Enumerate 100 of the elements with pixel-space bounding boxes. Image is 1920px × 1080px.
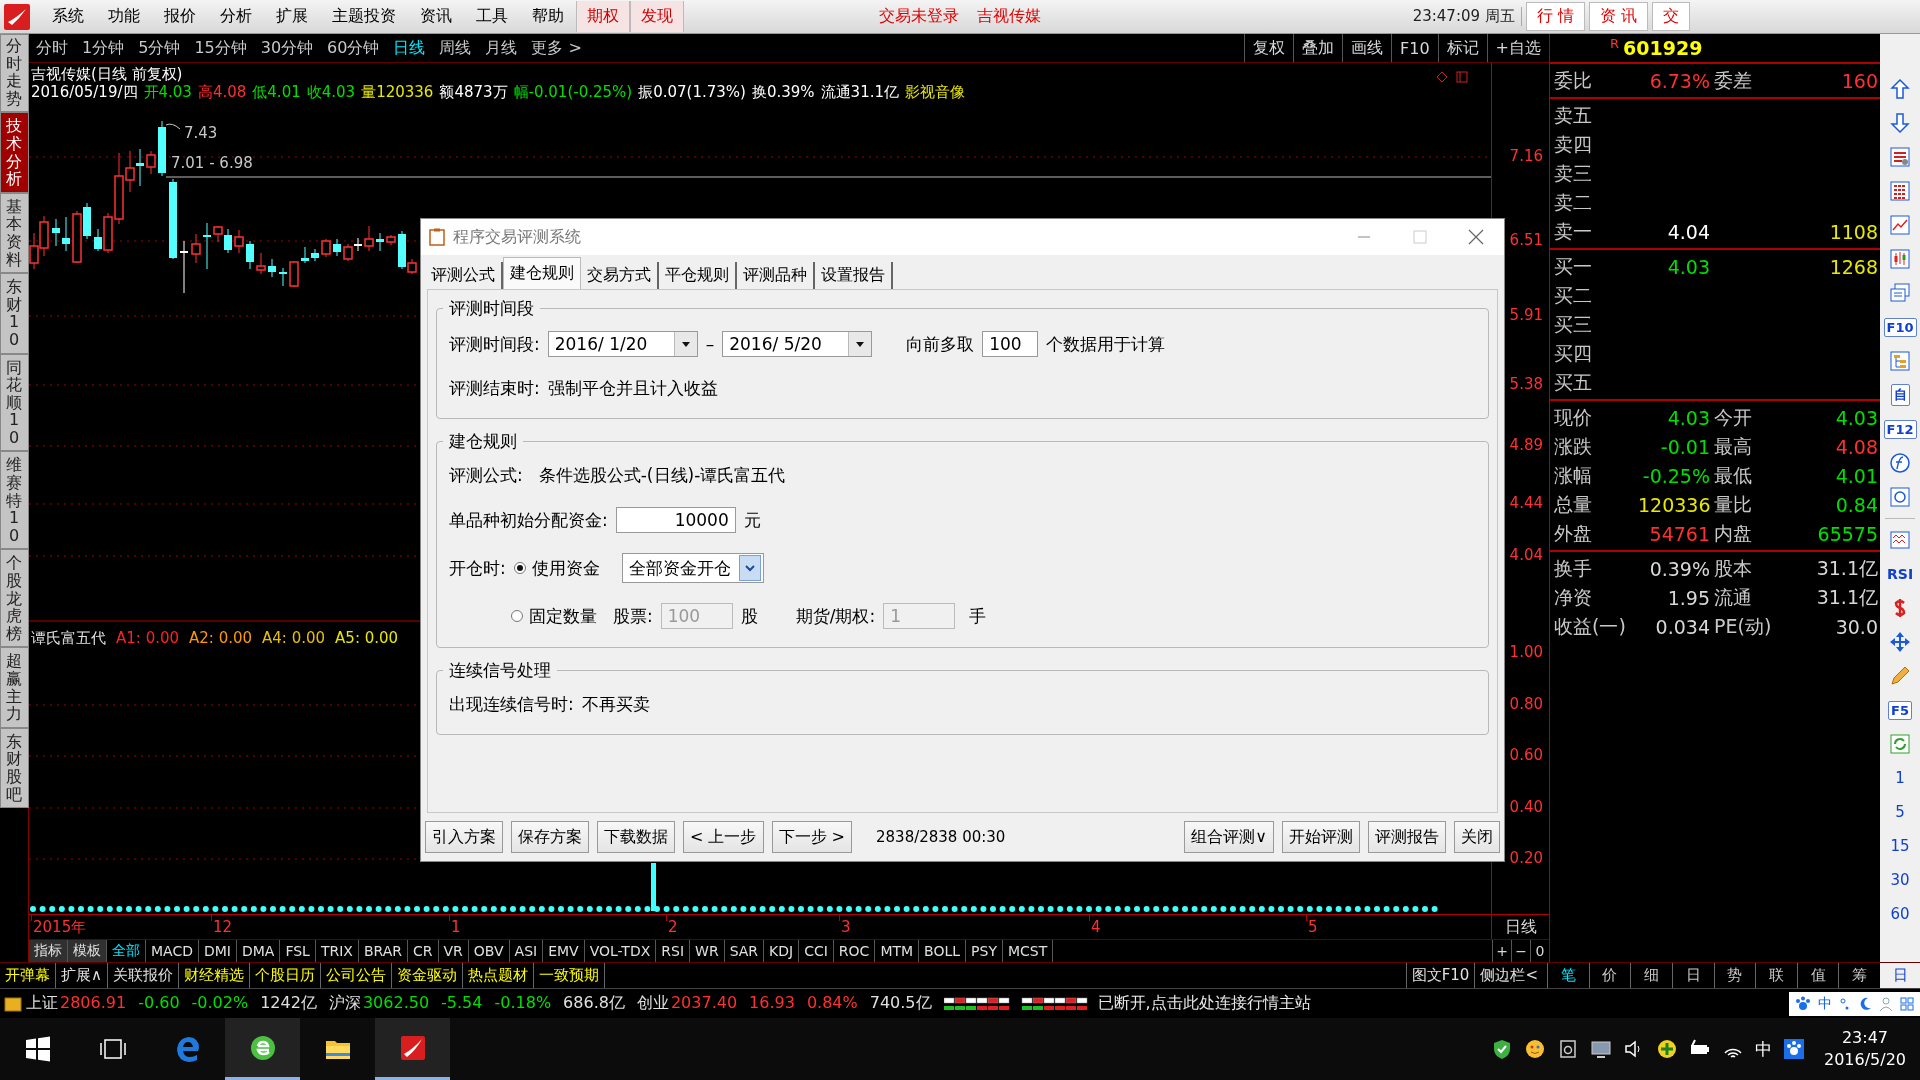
- dropdown-arrow-icon[interactable]: [679, 339, 692, 349]
- date-picker[interactable]: 2016/ 1/20: [547, 331, 698, 357]
- toolbar-button[interactable]: 叠加: [1293, 34, 1343, 62]
- punctuation-icon[interactable]: [1839, 995, 1851, 1012]
- toolbar-button[interactable]: 画线: [1342, 34, 1392, 62]
- indicator-tab[interactable]: ROC: [833, 940, 876, 962]
- up-arrow-icon[interactable]: [1888, 77, 1913, 101]
- indicator-tab[interactable]: 模板: [68, 940, 107, 962]
- line-chart-icon[interactable]: [1888, 213, 1913, 237]
- indicator-tab[interactable]: 指标: [29, 940, 68, 962]
- chevron-down-icon[interactable]: [743, 563, 756, 573]
- toolbar-button[interactable]: 标记: [1437, 34, 1487, 62]
- toolbar-button[interactable]: +自选: [1486, 34, 1549, 62]
- period-tab[interactable]: 1分钟: [75, 37, 132, 59]
- side-tab[interactable]: 同花顺10: [0, 353, 30, 452]
- dialog-button[interactable]: 关闭: [1454, 821, 1500, 853]
- indicator-tab[interactable]: BOLL: [919, 940, 967, 962]
- dialog-button[interactable]: 保存方案: [511, 821, 589, 853]
- top-tab[interactable]: 交: [1652, 2, 1690, 31]
- indicator-tab[interactable]: CCI: [799, 940, 834, 962]
- tool-button[interactable]: F12: [1883, 419, 1917, 439]
- period-tab[interactable]: 更多 >: [524, 37, 589, 59]
- date-picker[interactable]: 2016/ 5/20: [722, 331, 873, 357]
- square-icon[interactable]: [1456, 71, 1468, 83]
- dialog-button[interactable]: 下一步 >: [771, 821, 852, 853]
- taskbar-date[interactable]: 2016/5/20: [1823, 1049, 1906, 1071]
- side-tab[interactable]: 东财股吧: [0, 727, 30, 809]
- dialog-button[interactable]: 引入方案: [425, 821, 503, 853]
- indicator-tab[interactable]: CR: [408, 940, 439, 962]
- indicator-tab[interactable]: EMV: [543, 940, 585, 962]
- login-status[interactable]: 交易未登录: [879, 6, 959, 27]
- indicator-tab[interactable]: MACD: [146, 940, 199, 962]
- period-button[interactable]: 30: [1890, 863, 1910, 897]
- moon-icon[interactable]: [1858, 995, 1872, 1012]
- down-arrow-icon[interactable]: [1888, 111, 1913, 135]
- tool-button[interactable]: F10: [1883, 317, 1917, 337]
- refresh-icon[interactable]: [1888, 732, 1913, 756]
- top-tab[interactable]: 资 讯: [1588, 2, 1648, 31]
- indicator-tab[interactable]: OBV: [468, 940, 510, 962]
- radio-option[interactable]: 固定数量: [511, 604, 597, 628]
- dropdown-arrow-icon[interactable]: [854, 339, 867, 349]
- diamond-icon[interactable]: [1436, 71, 1448, 83]
- dialog-button[interactable]: < 上一步: [683, 821, 764, 853]
- paw-icon[interactable]: [1782, 1038, 1805, 1060]
- wave-icon[interactable]: [1888, 528, 1913, 552]
- side-tab[interactable]: 基本资料: [0, 192, 30, 274]
- indicator-tab[interactable]: KDJ: [764, 940, 800, 962]
- top-tab[interactable]: 行 情: [1525, 2, 1585, 31]
- radio-button[interactable]: [513, 562, 526, 574]
- ime-mode[interactable]: 中: [1818, 994, 1832, 1013]
- close-icon[interactable]: [1468, 229, 1484, 245]
- monitor-icon[interactable]: [1589, 1038, 1612, 1060]
- tool-button[interactable]: F5: [1888, 700, 1912, 720]
- tool-button[interactable]: RSI: [1885, 565, 1916, 583]
- indicator-tab[interactable]: PSY: [966, 940, 1003, 962]
- side-tab[interactable]: 东财10: [0, 273, 30, 354]
- dialog-button[interactable]: 评测报告: [1368, 821, 1446, 853]
- indicator-tab[interactable]: ASI: [509, 940, 544, 962]
- menu-item[interactable]: 期权: [576, 1, 630, 32]
- toolbar-button[interactable]: 复权: [1244, 34, 1294, 62]
- menu-item[interactable]: 报价: [152, 4, 208, 29]
- folder-icon[interactable]: [4, 995, 22, 1012]
- indicator-tab[interactable]: DMA: [236, 940, 281, 962]
- side-tab[interactable]: 个股龙虎榜: [0, 549, 30, 648]
- candlestick-icon[interactable]: [1888, 247, 1913, 271]
- indicator-tab[interactable]: 全部: [107, 940, 146, 962]
- period-tab[interactable]: 15分钟: [187, 37, 254, 59]
- menu-item[interactable]: 功能: [96, 4, 152, 29]
- menu-item[interactable]: 扩展: [264, 4, 320, 29]
- ime-indicator[interactable]: 中: [1754, 1037, 1772, 1061]
- side-tab[interactable]: 超赢主力: [0, 647, 30, 728]
- menu-item[interactable]: 发现: [630, 1, 684, 32]
- tool-button[interactable]: 自: [1890, 384, 1910, 406]
- zoom-button[interactable]: 0: [1530, 940, 1549, 962]
- period-button[interactable]: 60: [1890, 897, 1910, 931]
- indicator-tab[interactable]: BRAR: [358, 940, 408, 962]
- smiley-icon[interactable]: [1523, 1038, 1546, 1060]
- taskbar-time[interactable]: 23:47: [1841, 1027, 1889, 1049]
- dropdown[interactable]: 全部资金开仓: [621, 553, 764, 583]
- toolbar-button[interactable]: F10: [1391, 34, 1438, 62]
- period-tab[interactable]: 周线: [432, 37, 479, 59]
- indicator-tab[interactable]: SAR: [724, 940, 765, 962]
- indicator-tab[interactable]: TRIX: [315, 940, 359, 962]
- indicator-tab[interactable]: FSL: [280, 940, 316, 962]
- amount-field[interactable]: 10000: [615, 507, 736, 533]
- zoom-button[interactable]: −: [1511, 940, 1530, 962]
- side-tab[interactable]: 维赛特10: [0, 451, 30, 550]
- radio-button[interactable]: [511, 610, 523, 622]
- period-button[interactable]: 1: [1895, 761, 1905, 795]
- indicator-tab[interactable]: MTM: [875, 940, 920, 962]
- zoom-button[interactable]: +: [1492, 940, 1511, 962]
- indicator-tab[interactable]: DMI: [198, 940, 237, 962]
- period-button[interactable]: 日: [1880, 963, 1920, 988]
- indicator-tab[interactable]: WR: [690, 940, 725, 962]
- period-button[interactable]: 5: [1895, 795, 1905, 829]
- menu-item[interactable]: 主题投资: [320, 4, 408, 29]
- period-tab[interactable]: 月线: [478, 37, 525, 59]
- menu-item[interactable]: 分析: [208, 4, 264, 29]
- period-tab[interactable]: 60分钟: [320, 37, 387, 59]
- period-button[interactable]: 15: [1890, 829, 1910, 863]
